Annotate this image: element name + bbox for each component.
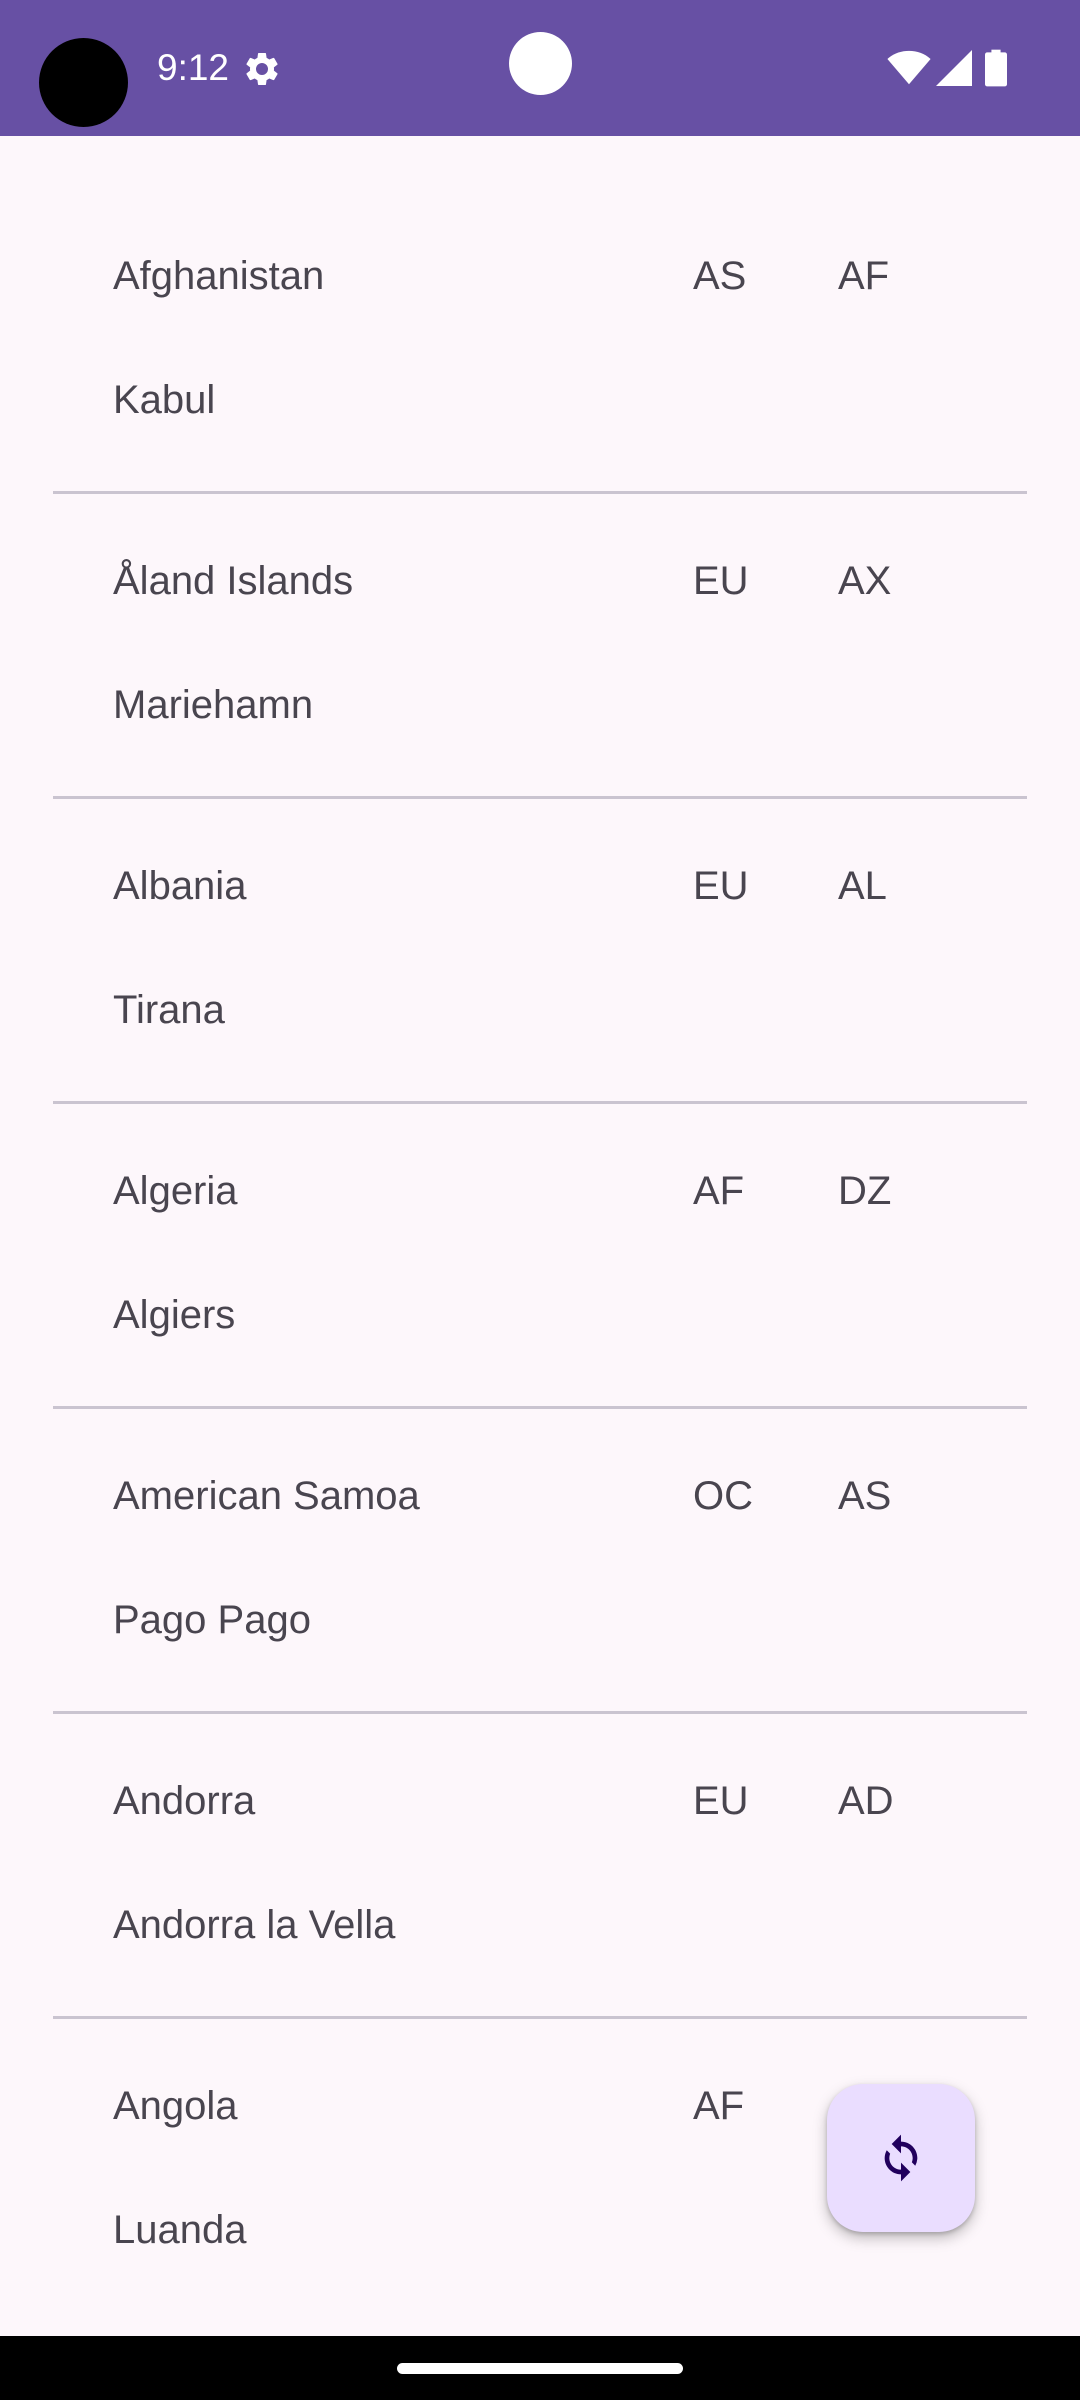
- country-name: Åland Islands: [113, 559, 354, 603]
- country-code: AD: [838, 1779, 894, 1823]
- country-name: Afghanistan: [113, 254, 325, 298]
- country-name: Angola: [113, 2084, 238, 2128]
- navigation-bar: [0, 2336, 1080, 2400]
- country-item[interactable]: American Samoa OC AS Pago Pago: [0, 1356, 1080, 1661]
- signal-icon: [936, 50, 972, 86]
- continent-code: OC: [693, 1474, 753, 1518]
- capital-city: Pago Pago: [113, 1598, 311, 1642]
- country-item[interactable]: Andorra EU AD Andorra la Vella: [0, 1661, 1080, 1966]
- capital-city: Kabul: [113, 378, 216, 422]
- capital-city: Tirana: [113, 988, 225, 1032]
- country-name: Albania: [113, 864, 247, 908]
- country-code: DZ: [838, 1169, 892, 1213]
- country-item[interactable]: Albania EU AL Tirana: [0, 746, 1080, 1051]
- refresh-button[interactable]: [827, 2084, 975, 2232]
- status-bar: 9:12: [0, 0, 1080, 136]
- battery-icon: [985, 49, 1007, 87]
- country-code: AF: [838, 254, 890, 298]
- continent-code: EU: [693, 864, 749, 908]
- continent-code: AS: [693, 254, 747, 298]
- status-time: 9:12: [157, 47, 230, 88]
- capital-city: Andorra la Vella: [113, 1903, 396, 1947]
- country-name: Andorra: [113, 1779, 256, 1823]
- front-camera-dot: [509, 32, 572, 95]
- camera-cutout: [39, 38, 128, 127]
- capital-city: Mariehamn: [113, 683, 314, 727]
- continent-code: EU: [693, 1779, 749, 1823]
- country-name: Algeria: [113, 1169, 238, 1213]
- country-item[interactable]: Afghanistan AS AF Kabul: [0, 136, 1080, 441]
- country-code: AS: [838, 1474, 892, 1518]
- continent-code: AF: [693, 1169, 745, 1213]
- home-gesture-handle[interactable]: [397, 2363, 683, 2374]
- country-name: American Samoa: [113, 1474, 420, 1518]
- country-code: AX: [838, 559, 892, 603]
- country-code: AL: [838, 864, 887, 908]
- country-list[interactable]: Afghanistan AS AF Kabul Åland Islands EU…: [0, 136, 1080, 2336]
- country-item[interactable]: Algeria AF DZ Algiers: [0, 1051, 1080, 1356]
- settings-icon: [246, 52, 278, 85]
- wifi-icon: [887, 50, 931, 85]
- capital-city: Algiers: [113, 1293, 236, 1337]
- country-item[interactable]: Åland Islands EU AX Mariehamn: [0, 441, 1080, 746]
- continent-code: AF: [693, 2084, 745, 2128]
- refresh-icon: [884, 2134, 918, 2182]
- continent-code: EU: [693, 559, 749, 603]
- capital-city: Luanda: [113, 2208, 247, 2252]
